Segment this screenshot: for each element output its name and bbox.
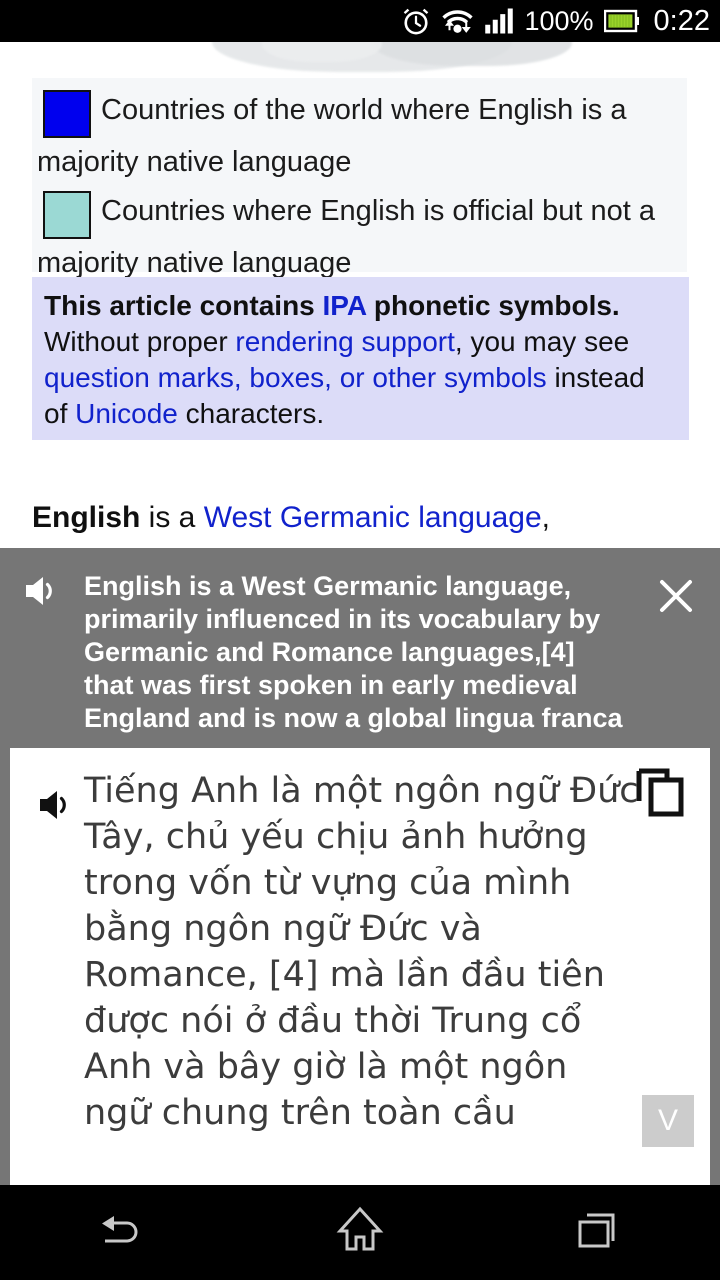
back-button[interactable] <box>0 1185 240 1280</box>
source-text: English is a West Germanic language, pri… <box>84 571 623 733</box>
ipa-notice-text-b: phonetic symbols. <box>366 290 620 321</box>
west-germanic-language-link[interactable]: West Germanic language <box>204 501 542 534</box>
ipa-notice-line-3: question marks, boxes, or other symbols … <box>44 360 677 396</box>
close-icon[interactable] <box>648 568 704 624</box>
wifi-transfer-icon <box>441 6 474 36</box>
map-legend: Countries of the world where English is … <box>32 78 687 279</box>
recent-apps-icon <box>575 1208 625 1257</box>
legend-swatch-teal <box>43 191 91 239</box>
ipa-notice-text-f: of <box>44 398 76 429</box>
lead-text-mid: is a <box>140 501 204 534</box>
ipa-link[interactable]: IPA <box>323 290 367 321</box>
ipa-notice-text-d: , you may see <box>454 326 630 357</box>
status-bar-clock: 0:22 <box>653 4 710 37</box>
legend-swatch-blue <box>43 90 91 138</box>
legend-item-official-not-native: Countries where English is official but … <box>32 187 687 239</box>
lead-bold-term: English <box>32 501 141 534</box>
navigation-bar <box>0 1185 720 1280</box>
translated-text: Tiếng Anh là một ngôn ngữ Đức Tây, chủ y… <box>84 771 639 1133</box>
cellular-signal-icon <box>484 7 514 35</box>
ipa-notice-box: This article contains IPA phonetic symbo… <box>32 277 689 440</box>
device-screen: 100% 0:22 Countries of the world where E… <box>0 0 720 1280</box>
legend-item-label-line2: majority native language <box>37 146 352 178</box>
legend-item-majority-native: Countries of the world where English is … <box>32 86 687 138</box>
ipa-notice-text-a: This article contains <box>44 290 323 321</box>
world-map-image <box>32 42 687 78</box>
ipa-notice-text-e: instead <box>546 362 645 393</box>
status-bar: 100% 0:22 <box>0 0 720 42</box>
back-arrow-icon <box>93 1207 147 1258</box>
ipa-notice-text-g: characters. <box>177 398 325 429</box>
home-icon <box>334 1205 386 1260</box>
home-button[interactable] <box>240 1185 480 1280</box>
translation-speaker-icon[interactable] <box>36 786 76 829</box>
legend-item2-label-line1: Countries where English is official but … <box>101 195 655 227</box>
ipa-notice-line-2: Without proper rendering support, you ma… <box>44 324 677 360</box>
article-lead-paragraph: English is a West Germanic language, <box>32 498 692 538</box>
source-speaker-icon[interactable] <box>22 572 62 615</box>
battery-full-icon <box>603 8 640 34</box>
rendering-support-link[interactable]: rendering support <box>235 326 454 357</box>
ipa-notice-line-1: This article contains IPA phonetic symbo… <box>44 288 677 324</box>
recents-button[interactable] <box>480 1185 720 1280</box>
ipa-notice-text-c: Without proper <box>44 326 236 357</box>
translation-card: Tiếng Anh là một ngôn ngữ Đức Tây, chủ y… <box>10 748 710 1185</box>
lead-text-tail: , <box>541 501 551 534</box>
battery-percentage: 100% <box>524 5 594 36</box>
unicode-link[interactable]: Unicode <box>75 398 178 429</box>
question-marks-boxes-link[interactable]: question marks, boxes, or other symbols <box>44 362 547 393</box>
alarm-clock-icon <box>401 6 431 36</box>
ipa-notice-line-4: of Unicode characters. <box>44 396 677 432</box>
card-right-edge <box>710 748 720 1185</box>
legend-item-label-line1: Countries of the world where English is … <box>101 94 627 126</box>
expand-translation-button[interactable]: V <box>642 1095 694 1147</box>
